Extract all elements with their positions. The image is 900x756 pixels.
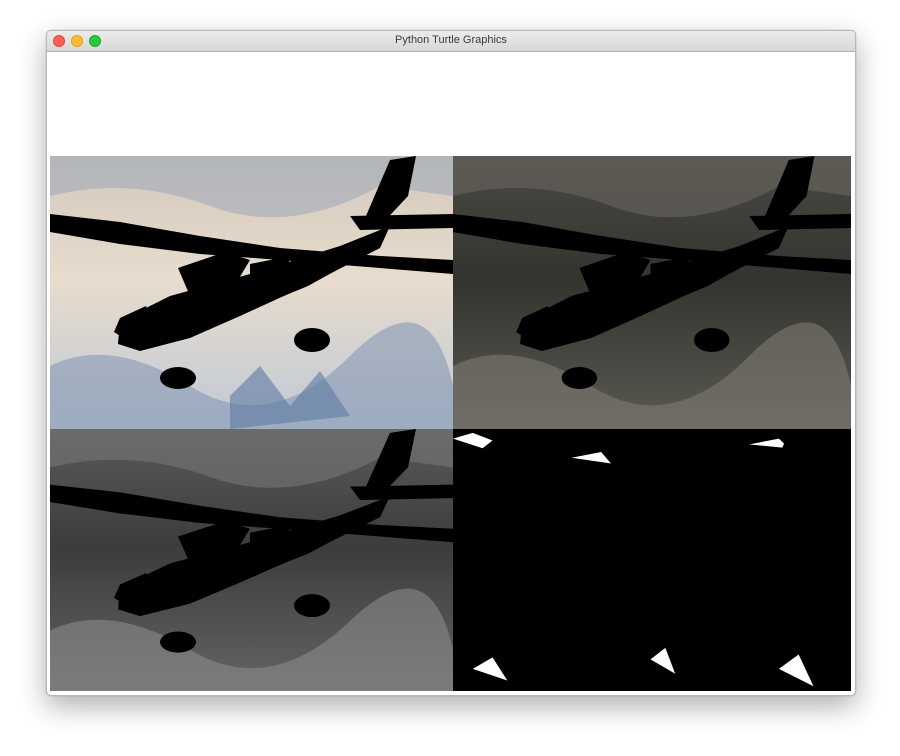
airplane-photo-icon: .p-tr .wing{fill:#e8e6dd} .p-tr .tail{fi… [453,156,851,429]
turtle-graphics-window: Python Turtle Graphics [46,30,856,696]
airplane-photo-icon: .p-tl .wing{fill:#8b6a35} .p-tl .tail{fi… [50,156,453,429]
grayscale-airplane-image: .p-bl .wing{fill:#e6e6e6} .p-bl .tail{fi… [50,429,453,691]
original-color-airplane-image: .p-tr .wing{fill:#e8e6dd} .p-tr .tail{fi… [453,156,851,429]
turtle-canvas[interactable]: .p-tl .wing{fill:#8b6a35} .p-tl .tail{fi… [50,53,851,691]
window-title: Python Turtle Graphics [395,34,507,46]
airplane-photo-icon: .p-br .wing{fill:#ffffff} .p-br .tail{fi… [453,429,851,691]
title-bar[interactable]: Python Turtle Graphics [47,31,855,52]
inverted-color-airplane-image: .p-tl .wing{fill:#8b6a35} .p-tl .tail{fi… [50,156,453,429]
black-white-airplane-image: .p-br .wing{fill:#ffffff} .p-br .tail{fi… [453,429,851,691]
airplane-photo-icon: .p-bl .wing{fill:#e6e6e6} .p-bl .tail{fi… [50,429,453,691]
